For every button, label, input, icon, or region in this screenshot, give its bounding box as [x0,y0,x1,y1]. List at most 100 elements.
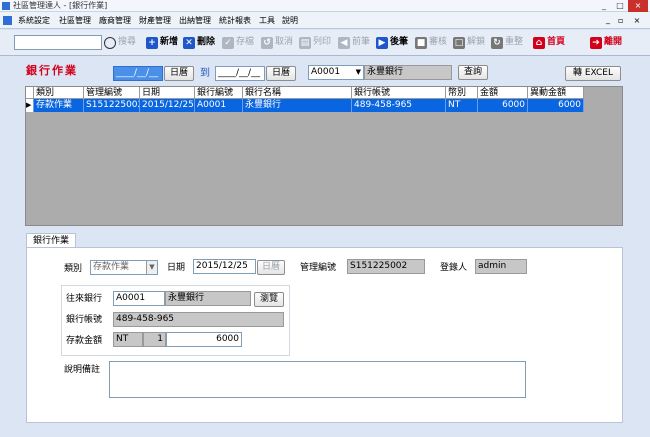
window-title: 社區管理達人 - [銀行作業] [13,1,108,10]
date-label: 日期 [167,263,186,273]
search-icon [104,36,116,49]
exit-button[interactable]: ➔ 離開 [590,34,622,51]
x-icon: ✕ [183,36,195,49]
menu-vendor[interactable]: 廠商管理 [99,12,131,29]
menu-bar: 系統設定 社區管理 廠商管理 財產管理 出納管理 統計報表 工具 說明 _ ▫ … [0,12,650,29]
export-excel-button[interactable]: 轉 EXCEL [565,66,621,81]
menu-tools[interactable]: 工具 [259,12,275,29]
date-field[interactable]: 2015/12/25 [193,259,256,274]
table-cell[interactable]: 489-458-965 [352,99,446,112]
notes-label: 說明備註 [64,365,101,375]
amount-field[interactable]: 6000 [166,332,242,347]
bank-select[interactable]: A0001 ▼ [308,65,364,80]
save-button[interactable]: ✓ 存檔 [222,34,254,51]
unlock-icon: □ [453,36,465,49]
bank-name-display: 永豐銀行 [165,291,251,306]
menu-reports[interactable]: 統計報表 [219,12,251,29]
page-title: 銀行作業 [26,64,78,77]
search-input[interactable] [14,35,102,50]
notes-textarea[interactable] [109,361,526,398]
table-cell[interactable]: S151225002 [84,99,140,112]
amount-label: 存款金額 [66,336,103,346]
mgmt-no-label: 管理編號 [300,263,337,273]
row-pointer-icon: ▶ [26,99,34,112]
col-header[interactable]: 類別 [34,87,84,99]
maximize-icon[interactable]: □ [612,0,628,12]
account-label: 銀行帳號 [66,315,103,325]
bank-label: 往來銀行 [66,294,103,304]
date-from-calendar-button[interactable]: 日曆 [164,66,194,81]
prev-button[interactable]: ◀ 前筆 [338,34,370,51]
query-button[interactable]: 查詢 [458,65,488,80]
col-header[interactable]: 銀行編號 [195,87,243,99]
detail-calendar-button[interactable]: 日曆 [257,260,285,275]
menu-system[interactable]: 系統設定 [18,12,50,29]
cancel-button[interactable]: ↺ 取消 [261,34,293,51]
next-icon: ▶ [376,36,388,49]
print-button[interactable]: ▤ 列印 [299,34,331,51]
toolbar: 搜尋 + 新增 ✕ 刪除 ✓ 存檔 ↺ 取消 ▤ 列印 ◀ 前筆 ▶ 後筆 ■ 審核 □ 解鎖 ↻… [0,30,650,56]
home-icon: ⌂ [533,36,545,49]
bank-code-field[interactable]: A0001 [113,291,165,306]
col-header[interactable]: 銀行名稱 [243,87,352,99]
refresh-button[interactable]: ↻ 重整 [491,34,523,51]
browse-button[interactable]: 瀏覽 [254,292,284,307]
exit-icon: ➔ [590,36,602,49]
col-header[interactable]: 銀行帳號 [352,87,446,99]
mdi-restore-icon[interactable]: ▫ [618,12,623,29]
plus-icon: + [146,36,158,49]
mgmt-no-field: S151225002 [347,259,425,274]
check-icon: ✓ [222,36,234,49]
table-cell[interactable]: NT [446,99,478,112]
table-cell[interactable]: 存款作業 [34,99,84,112]
to-label: 到 [200,68,210,79]
date-from-input[interactable]: ____/__/__ [113,66,163,81]
col-header[interactable]: 異動金額 [528,87,584,99]
table-cell[interactable]: 永豐銀行 [243,99,352,112]
mdi-minimize-icon[interactable]: _ [606,11,610,28]
refresh-icon: ↻ [491,36,503,49]
add-button[interactable]: + 新增 [146,34,178,51]
search-button[interactable]: 搜尋 [104,34,136,51]
table-cell[interactable]: 6000 [528,99,584,112]
registrant-label: 登錄人 [440,263,468,273]
title-bar: 社區管理達人 - [銀行作業] _ □ × [0,0,650,12]
menu-help[interactable]: 說明 [282,12,298,29]
undo-icon: ↺ [261,36,273,49]
app-icon [2,2,10,10]
col-header[interactable]: 管理編號 [84,87,140,99]
table-cell[interactable]: 2015/12/25 [140,99,195,112]
unlock-button[interactable]: □ 解鎖 [453,34,485,51]
table-cell[interactable]: 6000 [478,99,528,112]
menu-assets[interactable]: 財產管理 [139,12,171,29]
col-header[interactable]: 金額 [478,87,528,99]
menu-community[interactable]: 社區管理 [59,12,91,29]
results-grid: 類別 管理編號 日期 銀行編號 銀行名稱 銀行帳號 幣別 金額 異動金額 ▶ 存… [25,86,623,226]
chevron-down-icon: ▼ [146,261,157,274]
date-to-input[interactable]: ____/__/__ [215,66,265,81]
bank-name-field: 永豐銀行 [364,65,452,80]
home-button[interactable]: ⌂ 首頁 [533,34,565,51]
mdi-icon [3,16,12,25]
printer-icon: ▤ [299,36,311,49]
lock-icon: ■ [415,36,427,49]
chevron-down-icon: ▼ [355,68,361,76]
grid-row-header [26,87,34,99]
tab-bank-operation[interactable]: 銀行作業 [26,233,76,248]
currency-field: NT [113,332,143,347]
registrant-field: admin [475,259,527,274]
col-header[interactable]: 日期 [140,87,195,99]
close-icon[interactable]: × [628,0,648,12]
date-to-calendar-button[interactable]: 日曆 [266,66,296,81]
mdi-close-icon[interactable]: × [630,12,644,29]
exchange-rate-field: 1 [143,332,166,347]
type-select[interactable]: 存款作業 ▼ [90,260,158,275]
delete-button[interactable]: ✕ 刪除 [183,34,215,51]
type-label: 類別 [64,264,83,274]
review-button[interactable]: ■ 審核 [415,34,447,51]
next-button[interactable]: ▶ 後筆 [376,34,408,51]
account-field: 489-458-965 [113,312,284,327]
col-header[interactable]: 幣別 [446,87,478,99]
table-cell[interactable]: A0001 [195,99,243,112]
menu-cashier[interactable]: 出納管理 [179,12,211,29]
